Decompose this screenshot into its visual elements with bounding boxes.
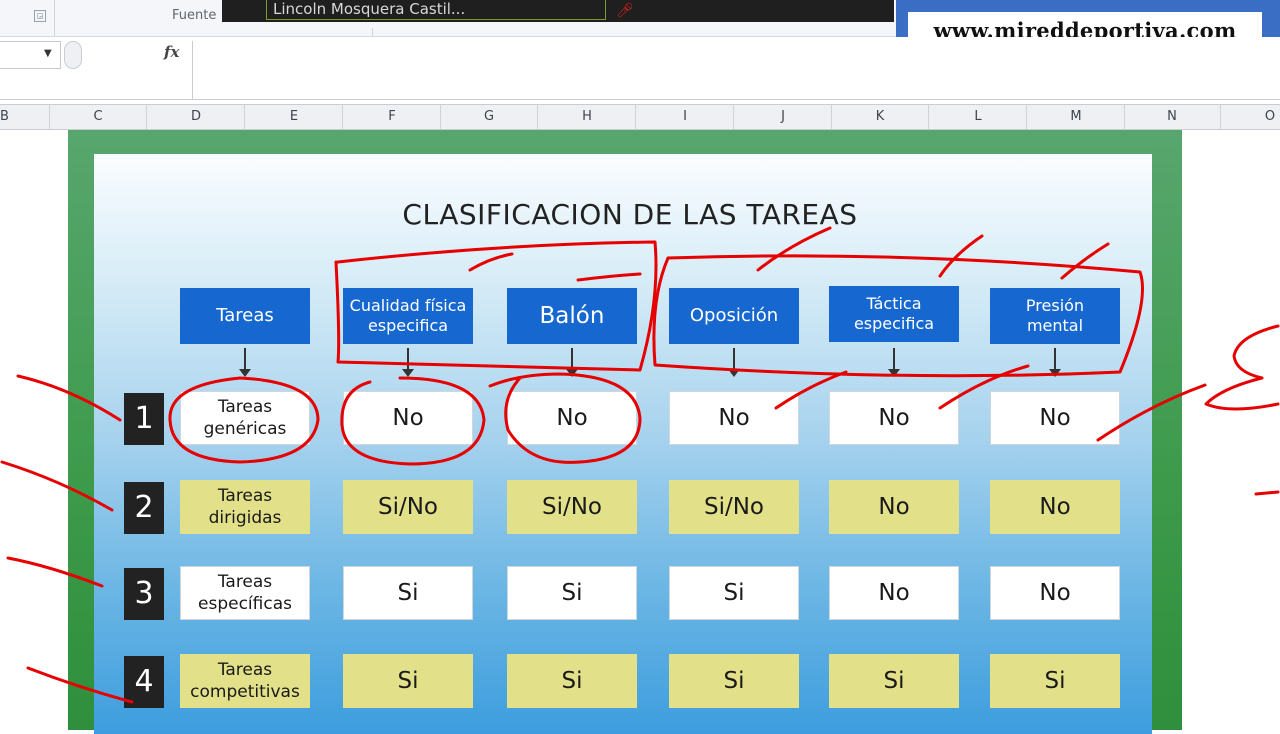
- insert-function-icon[interactable]: fx: [164, 43, 179, 61]
- slide-title: CLASIFICACION DE LAS TAREAS: [402, 198, 858, 231]
- table-cell: No: [829, 480, 959, 534]
- table-header-3: Oposición: [669, 288, 799, 344]
- column-header-b[interactable]: B: [0, 105, 50, 129]
- table-cell: No: [829, 566, 959, 620]
- column-header-c[interactable]: C: [50, 105, 147, 129]
- row-number-badge: 3: [124, 568, 164, 620]
- column-header-g[interactable]: G: [441, 105, 538, 129]
- row-label: Tareas genéricas: [180, 391, 310, 445]
- chevron-down-icon[interactable]: ▼: [44, 48, 52, 59]
- down-arrow-icon: [402, 348, 414, 377]
- table-cell: Si/No: [669, 480, 799, 534]
- formula-bar: ▼ fx: [0, 37, 1280, 100]
- table-cell: Si: [343, 654, 473, 708]
- name-box[interactable]: ▼: [0, 41, 61, 69]
- table-cell: Si: [990, 654, 1120, 708]
- table-cell: Si: [343, 566, 473, 620]
- table-cell: No: [829, 391, 959, 445]
- table-header-0: Tareas: [180, 288, 310, 344]
- ribbon-divider: [54, 0, 55, 36]
- muted-microphone-icon[interactable]: 🎤︎: [616, 2, 634, 20]
- ink-epsilon: [1204, 324, 1280, 411]
- ink-stroke: [1254, 490, 1280, 496]
- table-cell: No: [343, 391, 473, 445]
- formula-bar-resize-handle[interactable]: [64, 41, 82, 69]
- ribbon-divider: [372, 28, 373, 36]
- row-number-badge: 2: [124, 482, 164, 534]
- table-header-1: Cualidad física especifica: [343, 288, 473, 344]
- column-header-m[interactable]: M: [1028, 105, 1125, 129]
- table-cell: Si: [669, 566, 799, 620]
- column-header-j[interactable]: J: [735, 105, 832, 129]
- column-header-e[interactable]: E: [246, 105, 343, 129]
- column-header-o[interactable]: O: [1222, 105, 1280, 129]
- table-cell: Si: [507, 654, 637, 708]
- row-number-badge: 4: [124, 656, 164, 708]
- column-header-k[interactable]: K: [832, 105, 929, 129]
- table-cell: Si: [829, 654, 959, 708]
- table-cell: No: [990, 480, 1120, 534]
- ribbon-group-label: Fuente: [172, 8, 217, 23]
- table-header-4: Táctica especifica: [829, 286, 959, 342]
- table-cell: No: [990, 391, 1120, 445]
- dialog-launcher-icon[interactable]: ◲: [34, 10, 46, 22]
- row-label: Tareas competitivas: [180, 654, 310, 708]
- formula-divider: [192, 41, 193, 99]
- table-cell: Si: [669, 654, 799, 708]
- table-header-5: Presión mental: [990, 288, 1120, 344]
- row-label: Tareas específicas: [180, 566, 310, 620]
- table-cell: Si/No: [343, 480, 473, 534]
- column-header-d[interactable]: D: [148, 105, 245, 129]
- row-number-badge: 1: [124, 393, 164, 445]
- down-arrow-icon: [1049, 348, 1061, 377]
- table-cell: Si: [507, 566, 637, 620]
- column-header-l[interactable]: L: [930, 105, 1027, 129]
- down-arrow-icon: [888, 348, 900, 377]
- table-cell: No: [669, 391, 799, 445]
- column-header-h[interactable]: H: [539, 105, 636, 129]
- column-header-i[interactable]: I: [637, 105, 734, 129]
- table-header-2: Balón: [507, 288, 637, 344]
- down-arrow-icon: [239, 348, 251, 377]
- table-cell: Si/No: [507, 480, 637, 534]
- column-headers: BCDEFGHIJKLMNO: [0, 104, 1280, 130]
- down-arrow-icon: [566, 348, 578, 377]
- participant-name: Lincoln Mosquera Castil...: [266, 0, 606, 20]
- column-header-n[interactable]: N: [1124, 105, 1221, 129]
- column-header-f[interactable]: F: [344, 105, 441, 129]
- video-call-overlay: Lincoln Mosquera Castil... 🎤︎: [222, 0, 894, 22]
- down-arrow-icon: [728, 348, 740, 377]
- row-label: Tareas dirigidas: [180, 480, 310, 534]
- table-cell: No: [990, 566, 1120, 620]
- table-cell: No: [507, 391, 637, 445]
